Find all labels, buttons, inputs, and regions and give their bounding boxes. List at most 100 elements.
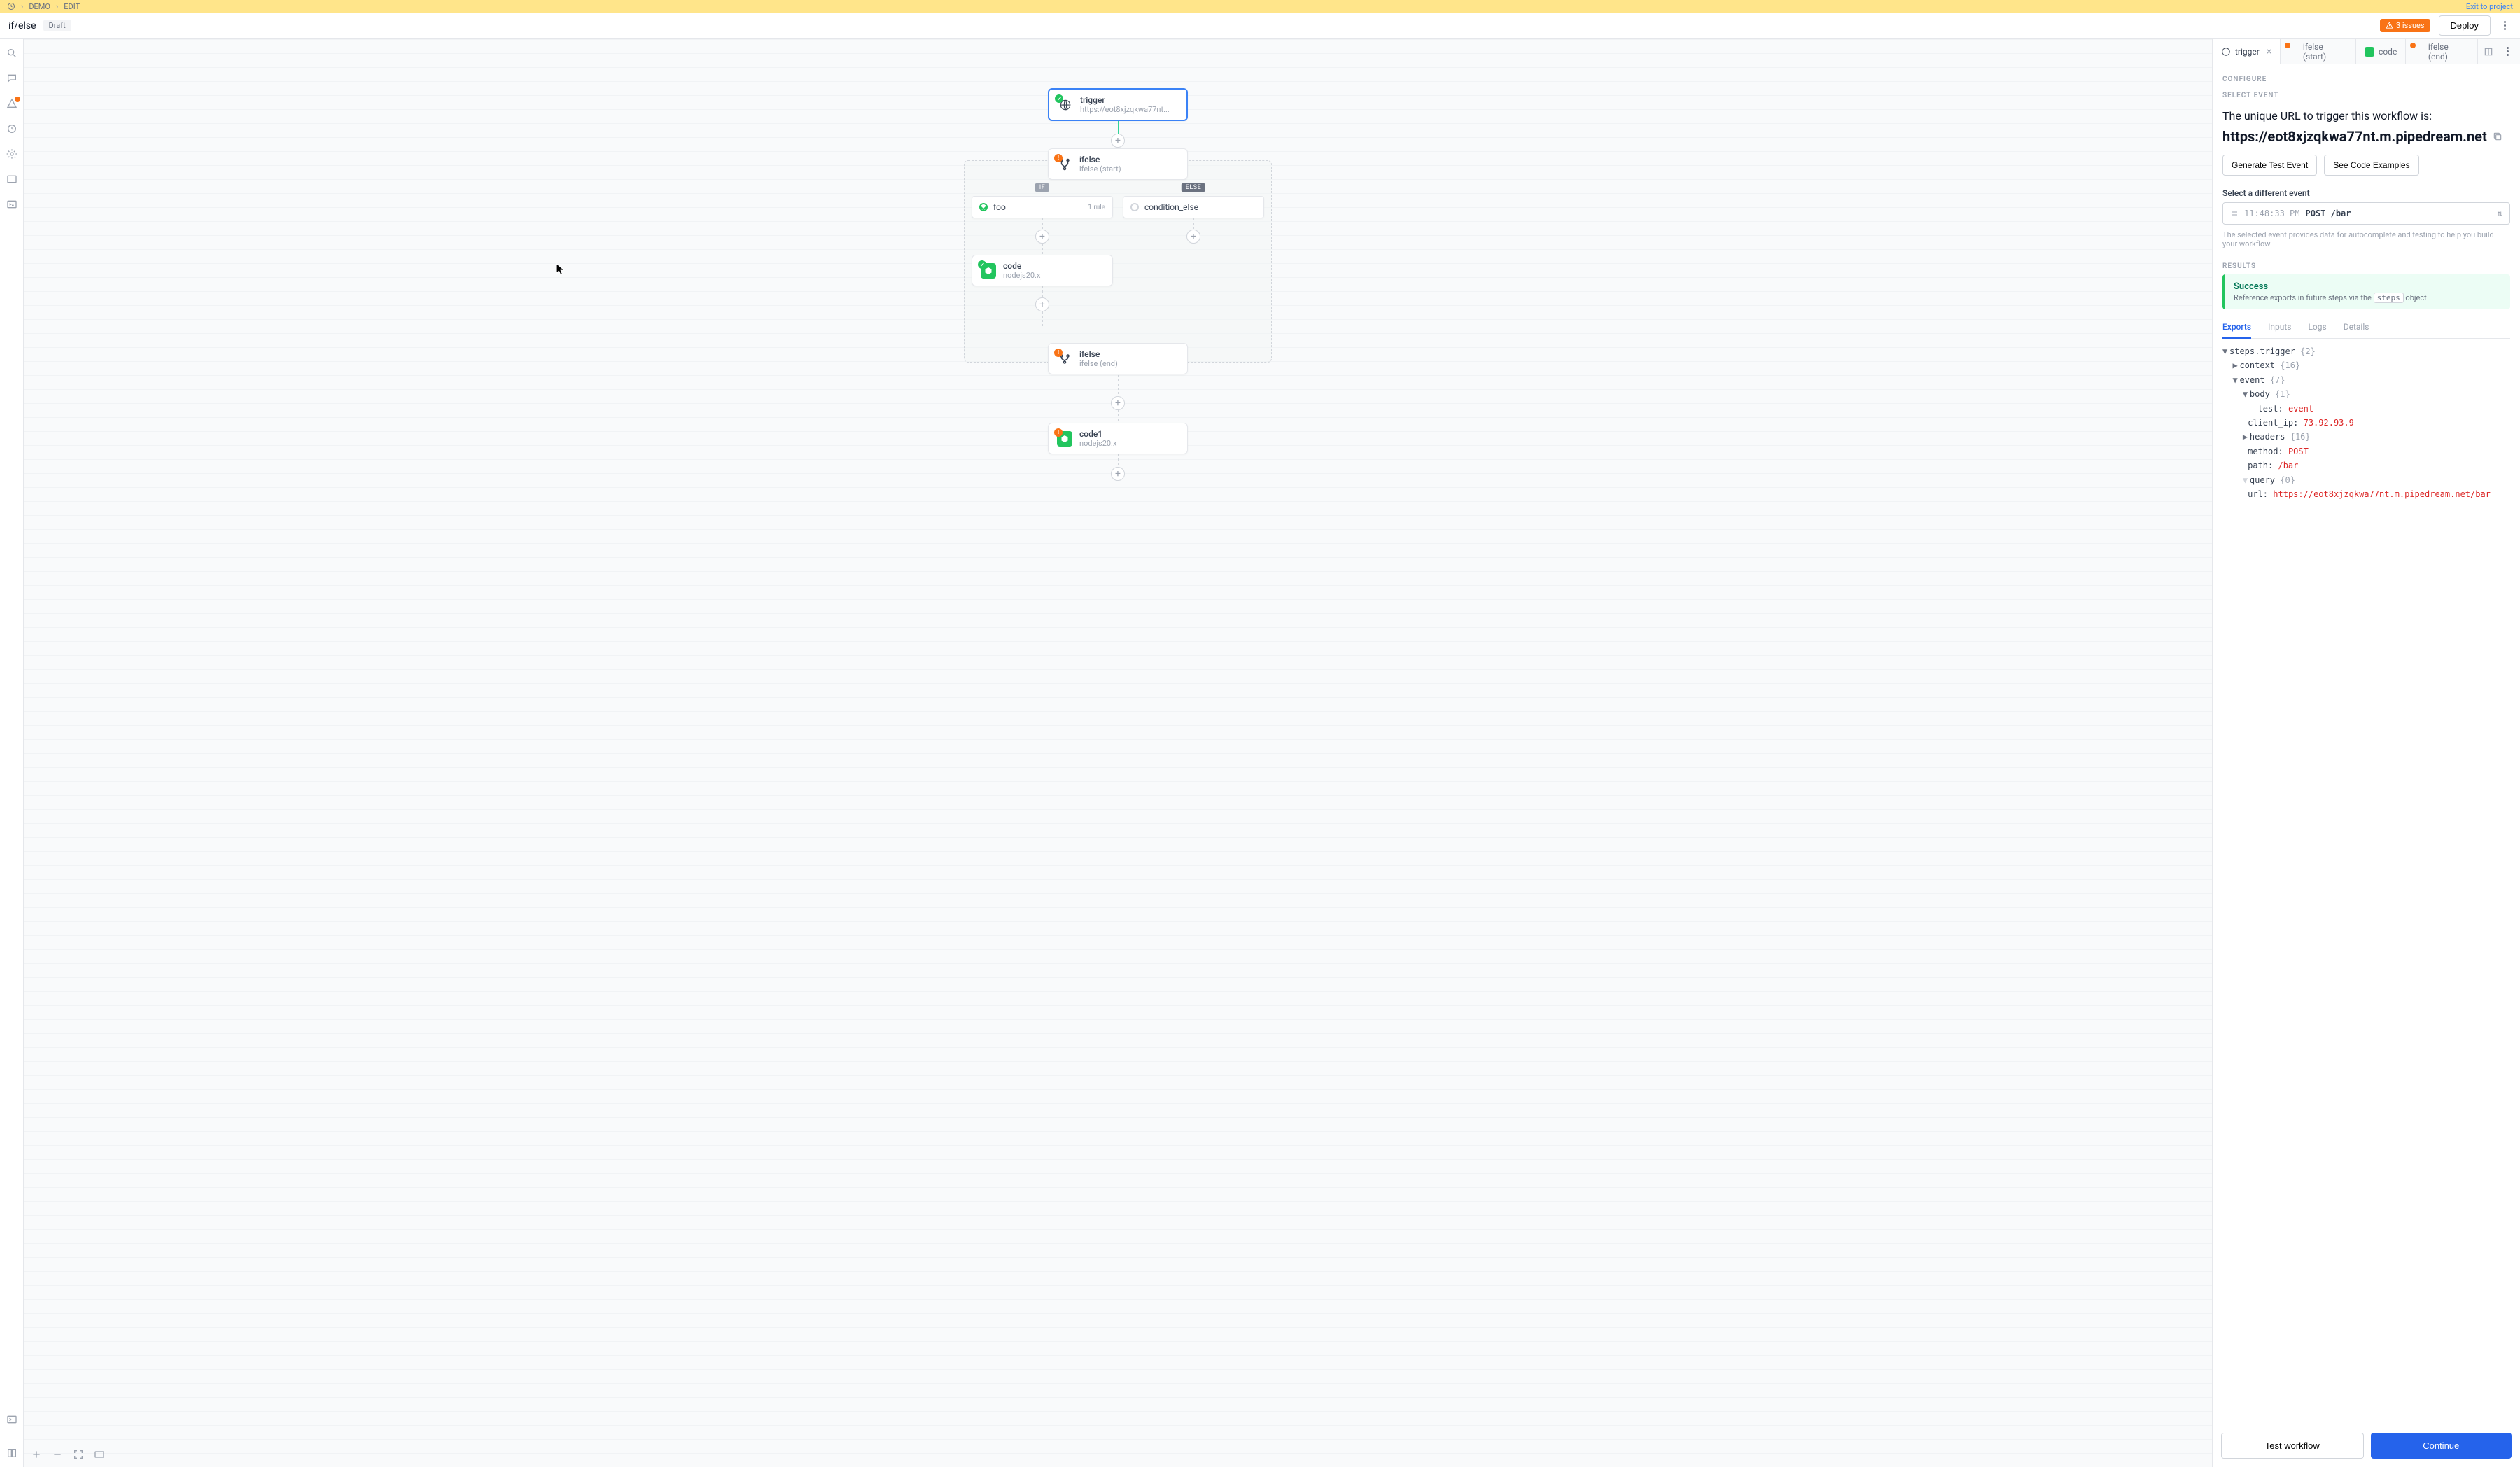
add-step-button[interactable]: + <box>1111 467 1125 481</box>
exit-to-project-link[interactable]: Exit to project <box>2466 2 2513 11</box>
left-rail <box>0 39 24 1467</box>
tab-ifelse-end[interactable]: ifelse (end) <box>2406 39 2478 64</box>
nodejs-icon <box>2365 47 2374 57</box>
tab-logs[interactable]: Logs <box>2308 316 2326 338</box>
node-subtitle: nodejs20.x <box>1003 271 1040 280</box>
copy-icon[interactable] <box>2493 132 2502 141</box>
chevron-updown-icon: ⇅ <box>2498 209 2502 218</box>
node-trigger[interactable]: trigger https://eot8xjzqkwa77nt... <box>1048 88 1188 121</box>
fit-icon[interactable] <box>73 1449 84 1460</box>
check-icon <box>979 203 988 211</box>
continue-button[interactable]: Continue <box>2371 1433 2512 1459</box>
console-icon[interactable] <box>6 1414 18 1425</box>
node-code1[interactable]: ! code1 nodejs20.x <box>1048 423 1188 454</box>
workflow-canvas[interactable]: trigger https://eot8xjzqkwa77nt... + ! i… <box>24 39 2212 1467</box>
node-title: ifelse <box>1079 155 1121 164</box>
issues-count: 3 issues <box>2396 21 2425 30</box>
warning-icon <box>2386 22 2393 29</box>
node-subtitle: https://eot8xjzqkwa77nt... <box>1080 105 1170 114</box>
status-success-icon <box>978 260 986 269</box>
trigger-url: https://eot8xjzqkwa77nt.m.pipedream.net <box>2222 128 2487 145</box>
result-tabs: Exports Inputs Logs Details <box>2222 316 2510 339</box>
results-section-label: RESULTS <box>2222 258 2510 274</box>
workflow-header: if/else Draft 3 issues Deploy <box>0 13 2520 39</box>
status-warning-icon: ! <box>1054 154 1063 162</box>
expand-icon[interactable] <box>2484 47 2493 57</box>
add-step-button[interactable]: + <box>1186 230 1200 244</box>
node-subtitle: ifelse (start) <box>1079 164 1121 174</box>
canvas-toolbar <box>31 1449 105 1460</box>
see-code-examples-button[interactable]: See Code Examples <box>2324 155 2418 176</box>
tab-ifelse-start[interactable]: ifelse (start) <box>2281 39 2356 64</box>
deploy-button[interactable]: Deploy <box>2439 15 2491 36</box>
settings-icon[interactable] <box>6 148 18 160</box>
tab-menu-icon[interactable] <box>2500 47 2514 56</box>
crumb-edit[interactable]: EDIT <box>64 2 80 11</box>
tab-trigger[interactable]: trigger × <box>2213 39 2281 64</box>
tab-inputs[interactable]: Inputs <box>2268 316 2291 338</box>
tab-label: ifelse (end) <box>2428 42 2469 62</box>
tab-label: trigger <box>2235 47 2260 57</box>
cursor-icon <box>556 263 566 277</box>
status-warning-icon: ! <box>1054 428 1063 437</box>
issues-badge[interactable]: 3 issues <box>2380 19 2430 32</box>
node-code[interactable]: code nodejs20.x <box>972 255 1113 286</box>
node-ifelse-end[interactable]: ! ifelse ifelse (end) <box>1048 343 1188 374</box>
add-step-button[interactable]: + <box>1111 396 1125 410</box>
http-icon <box>2221 47 2231 57</box>
comment-icon[interactable] <box>6 73 18 84</box>
add-step-button[interactable]: + <box>1111 134 1125 148</box>
rule-count: 1 rule <box>1088 204 1105 211</box>
node-title: trigger <box>1080 95 1170 105</box>
workflow-title: if/else <box>8 20 36 31</box>
if-label: IF <box>1035 183 1049 192</box>
crumb-demo[interactable]: DEMO <box>29 2 50 11</box>
breadcrumb-bar: › DEMO › EDIT Exit to project <box>0 0 2520 13</box>
close-icon[interactable]: × <box>2267 46 2272 57</box>
else-label: ELSE <box>1182 183 1205 192</box>
history-icon[interactable] <box>6 123 18 134</box>
status-warning-icon: ! <box>1054 349 1063 357</box>
success-banner: Success Reference exports in future step… <box>2222 274 2510 309</box>
generate-test-event-button[interactable]: Generate Test Event <box>2222 155 2317 176</box>
add-step-button[interactable]: + <box>1035 230 1049 244</box>
ifelse-container: ! ifelse ifelse (start) IF foo 1 <box>964 160 1272 363</box>
exports-tree[interactable]: ▼steps.trigger {2} ▶context {16} ▼event … <box>2222 344 2510 501</box>
drag-icon <box>2230 209 2239 218</box>
condition-label: condition_else <box>1144 202 1198 212</box>
test-workflow-button[interactable]: Test workflow <box>2221 1433 2364 1459</box>
configure-section-label: CONFIGURE <box>2222 71 2510 87</box>
node-ifelse-start[interactable]: ! ifelse ifelse (start) <box>1048 148 1188 180</box>
add-step-button[interactable]: + <box>1035 297 1049 311</box>
event-selector[interactable]: 11:48:33 PM POST /bar ⇅ <box>2222 202 2510 225</box>
alert-icon[interactable] <box>6 98 18 109</box>
event-time: 11:48:33 PM <box>2244 209 2300 218</box>
tab-details[interactable]: Details <box>2344 316 2370 338</box>
zoom-in-icon[interactable] <box>31 1449 42 1460</box>
layout-icon[interactable] <box>94 1449 105 1460</box>
logo-icon <box>7 2 15 10</box>
config-panel: trigger × ifelse (start) code ifelse (en… <box>2212 39 2520 1467</box>
branch-else: ELSE condition_else + <box>1123 196 1264 327</box>
search-icon[interactable] <box>6 48 18 59</box>
nodejs-icon <box>1060 435 1069 443</box>
event-method-path: POST /bar <box>2305 209 2351 218</box>
zoom-out-icon[interactable] <box>52 1449 63 1460</box>
tab-exports[interactable]: Exports <box>2222 316 2251 339</box>
branch-if: IF foo 1 rule + <box>972 196 1113 327</box>
trigger-description: The unique URL to trigger this workflow … <box>2222 109 2510 122</box>
success-subtitle: Reference exports in future steps via th… <box>2234 293 2502 302</box>
terminal-icon[interactable] <box>6 199 18 210</box>
panel-icon[interactable] <box>6 174 18 185</box>
condition-foo[interactable]: foo 1 rule <box>972 196 1113 218</box>
circle-icon <box>1130 203 1139 211</box>
panel-tabs: trigger × ifelse (start) code ifelse (en… <box>2213 39 2520 64</box>
node-title: code <box>1003 261 1040 271</box>
docs-icon[interactable] <box>6 1447 18 1459</box>
condition-label: foo <box>993 202 1006 212</box>
select-event-section-label: SELECT EVENT <box>2222 87 2510 104</box>
tab-code[interactable]: code <box>2356 39 2406 64</box>
condition-else[interactable]: condition_else <box>1123 196 1264 218</box>
more-menu-button[interactable] <box>2498 21 2512 30</box>
tab-label: code <box>2379 47 2397 57</box>
